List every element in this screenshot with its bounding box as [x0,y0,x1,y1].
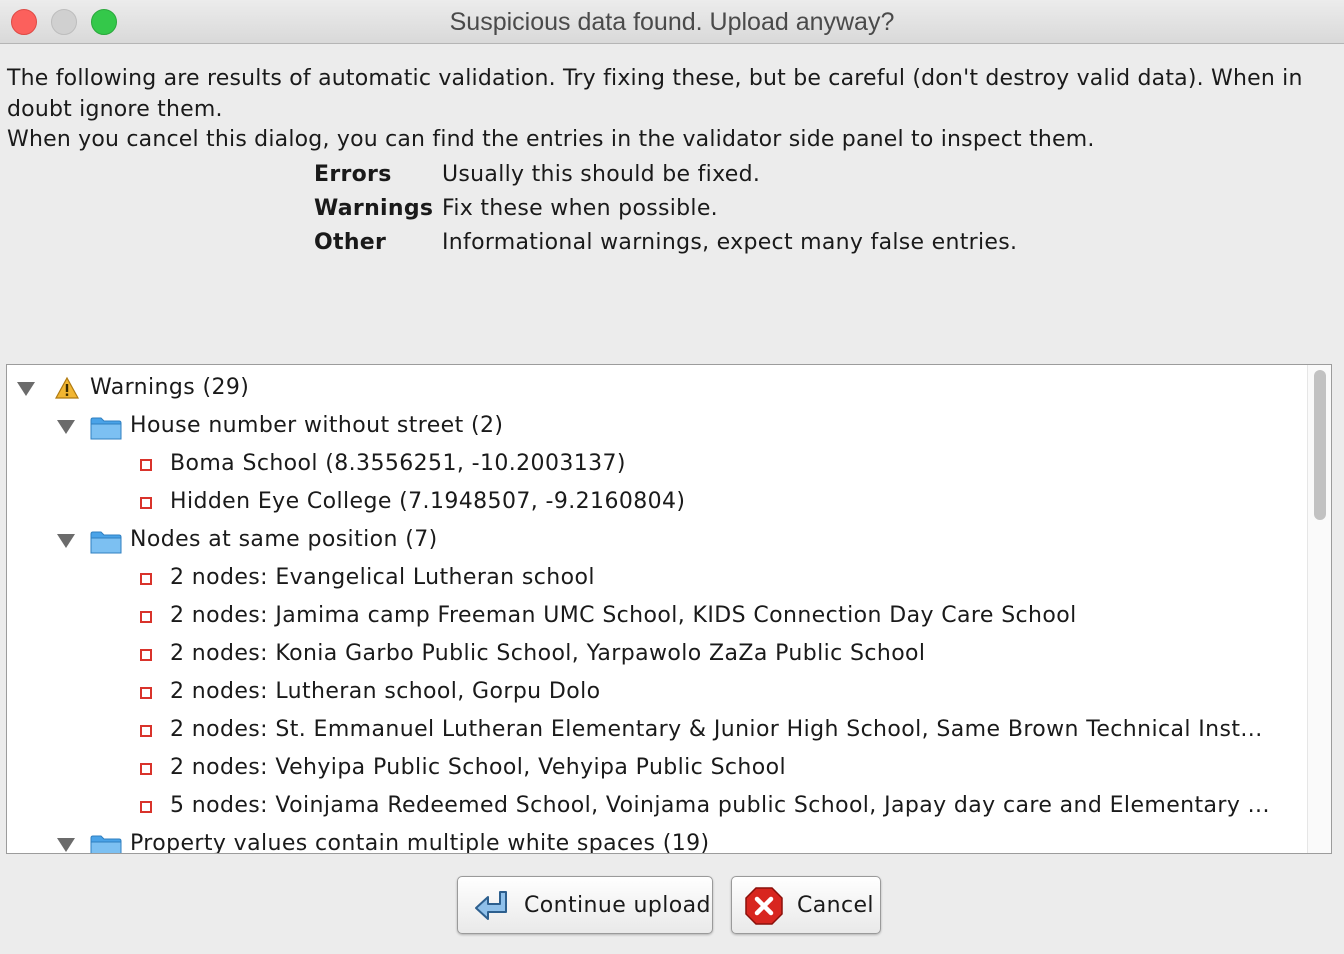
cancel-x-icon [745,887,783,925]
tree-node-group[interactable]: House number without street (2) [7,407,1297,445]
expand-toggle-icon[interactable] [57,838,75,852]
intro-line-2: When you cancel this dialog, you can fin… [7,127,1095,152]
expand-toggle-icon[interactable] [17,382,35,396]
folder-icon [90,835,122,853]
folder-icon [90,531,122,554]
tree-leaf-item[interactable]: Hidden Eye College (7.1948507, -9.216080… [7,483,1297,521]
cancel-button[interactable]: Cancel [731,876,881,934]
legend-row-warnings: Warnings Fix these when possible. [314,192,1114,226]
expand-toggle-icon[interactable] [57,534,75,548]
tree-node-label: Warnings (29) [90,375,250,400]
legend-term: Errors [314,162,392,187]
error-marker-icon [140,801,152,813]
title-bar: Suspicious data found. Upload anyway? [0,0,1344,44]
intro-text: The following are results of automatic v… [7,64,1332,156]
tree-leaf-item[interactable]: 2 nodes: St. Emmanuel Lutheran Elementar… [7,711,1297,749]
tree-leaf-item[interactable]: Boma School (8.3556251, -10.2003137) [7,445,1297,483]
legend-row-other: Other Informational warnings, expect man… [314,226,1114,260]
warning-icon [55,376,79,399]
tree-leaf-label: 2 nodes: Jamima camp Freeman UMC School,… [170,603,1077,628]
tree-leaf-label: 2 nodes: Konia Garbo Public School, Yarp… [170,641,926,666]
continue-upload-label: Continue upload [524,893,711,918]
folder-icon [90,417,122,440]
error-marker-icon [140,649,152,661]
legend-description: Usually this should be fixed. [442,162,761,187]
vertical-scrollbar[interactable] [1307,365,1331,853]
tree-leaf-item[interactable]: 2 nodes: Lutheran school, Gorpu Dolo [7,673,1297,711]
tree-node-warnings[interactable]: Warnings (29) [7,369,1297,407]
error-marker-icon [140,459,152,471]
legend-term: Other [314,230,387,255]
window-title: Suspicious data found. Upload anyway? [449,8,895,36]
tree-leaf-label: 2 nodes: St. Emmanuel Lutheran Elementar… [170,717,1263,742]
expand-toggle-icon[interactable] [57,420,75,434]
legend-description: Informational warnings, expect many fals… [442,230,1018,255]
cancel-label: Cancel [797,893,874,918]
error-marker-icon [140,573,152,585]
tree-leaf-label: 2 nodes: Lutheran school, Gorpu Dolo [170,679,601,704]
tree-node-label: Nodes at same position (7) [130,527,438,552]
tree-leaf-item[interactable]: 2 nodes: Konia Garbo Public School, Yarp… [7,635,1297,673]
severity-legend: Errors Usually this should be fixed. War… [314,158,1114,260]
legend-row-errors: Errors Usually this should be fixed. [314,158,1114,192]
tree-leaf-label: 2 nodes: Evangelical Lutheran school [170,565,595,590]
tree-leaf-label: Boma School (8.3556251, -10.2003137) [170,451,626,476]
upload-arrow-icon [475,891,507,920]
tree-node-label: House number without street (2) [130,413,504,438]
tree-node-group[interactable]: Property values contain multiple white s… [7,825,1297,854]
tree-leaf-item[interactable]: 2 nodes: Evangelical Lutheran school [7,559,1297,597]
tree-leaf-item[interactable]: 5 nodes: Voinjama Redeemed School, Voinj… [7,787,1297,825]
tree-node-label: Property values contain multiple white s… [130,831,710,854]
error-marker-icon [140,725,152,737]
legend-term: Warnings [314,196,434,221]
error-marker-icon [140,611,152,623]
tree-leaf-label: 2 nodes: Vehyipa Public School, Vehyipa … [170,755,787,780]
continue-upload-button[interactable]: Continue upload [457,876,713,934]
error-marker-icon [140,497,152,509]
error-marker-icon [140,763,152,775]
tree-leaf-label: Hidden Eye College (7.1948507, -9.216080… [170,489,686,514]
tree-node-group[interactable]: Nodes at same position (7) [7,521,1297,559]
scrollbar-thumb[interactable] [1314,370,1326,520]
validation-tree[interactable]: Warnings (29) House number without stree… [6,364,1332,854]
tree-leaf-item[interactable]: 2 nodes: Vehyipa Public School, Vehyipa … [7,749,1297,787]
legend-description: Fix these when possible. [442,196,718,221]
tree-leaf-label: 5 nodes: Voinjama Redeemed School, Voinj… [170,793,1270,818]
tree-leaf-item[interactable]: 2 nodes: Jamima camp Freeman UMC School,… [7,597,1297,635]
error-marker-icon [140,687,152,699]
intro-line-1: The following are results of automatic v… [7,66,1303,122]
